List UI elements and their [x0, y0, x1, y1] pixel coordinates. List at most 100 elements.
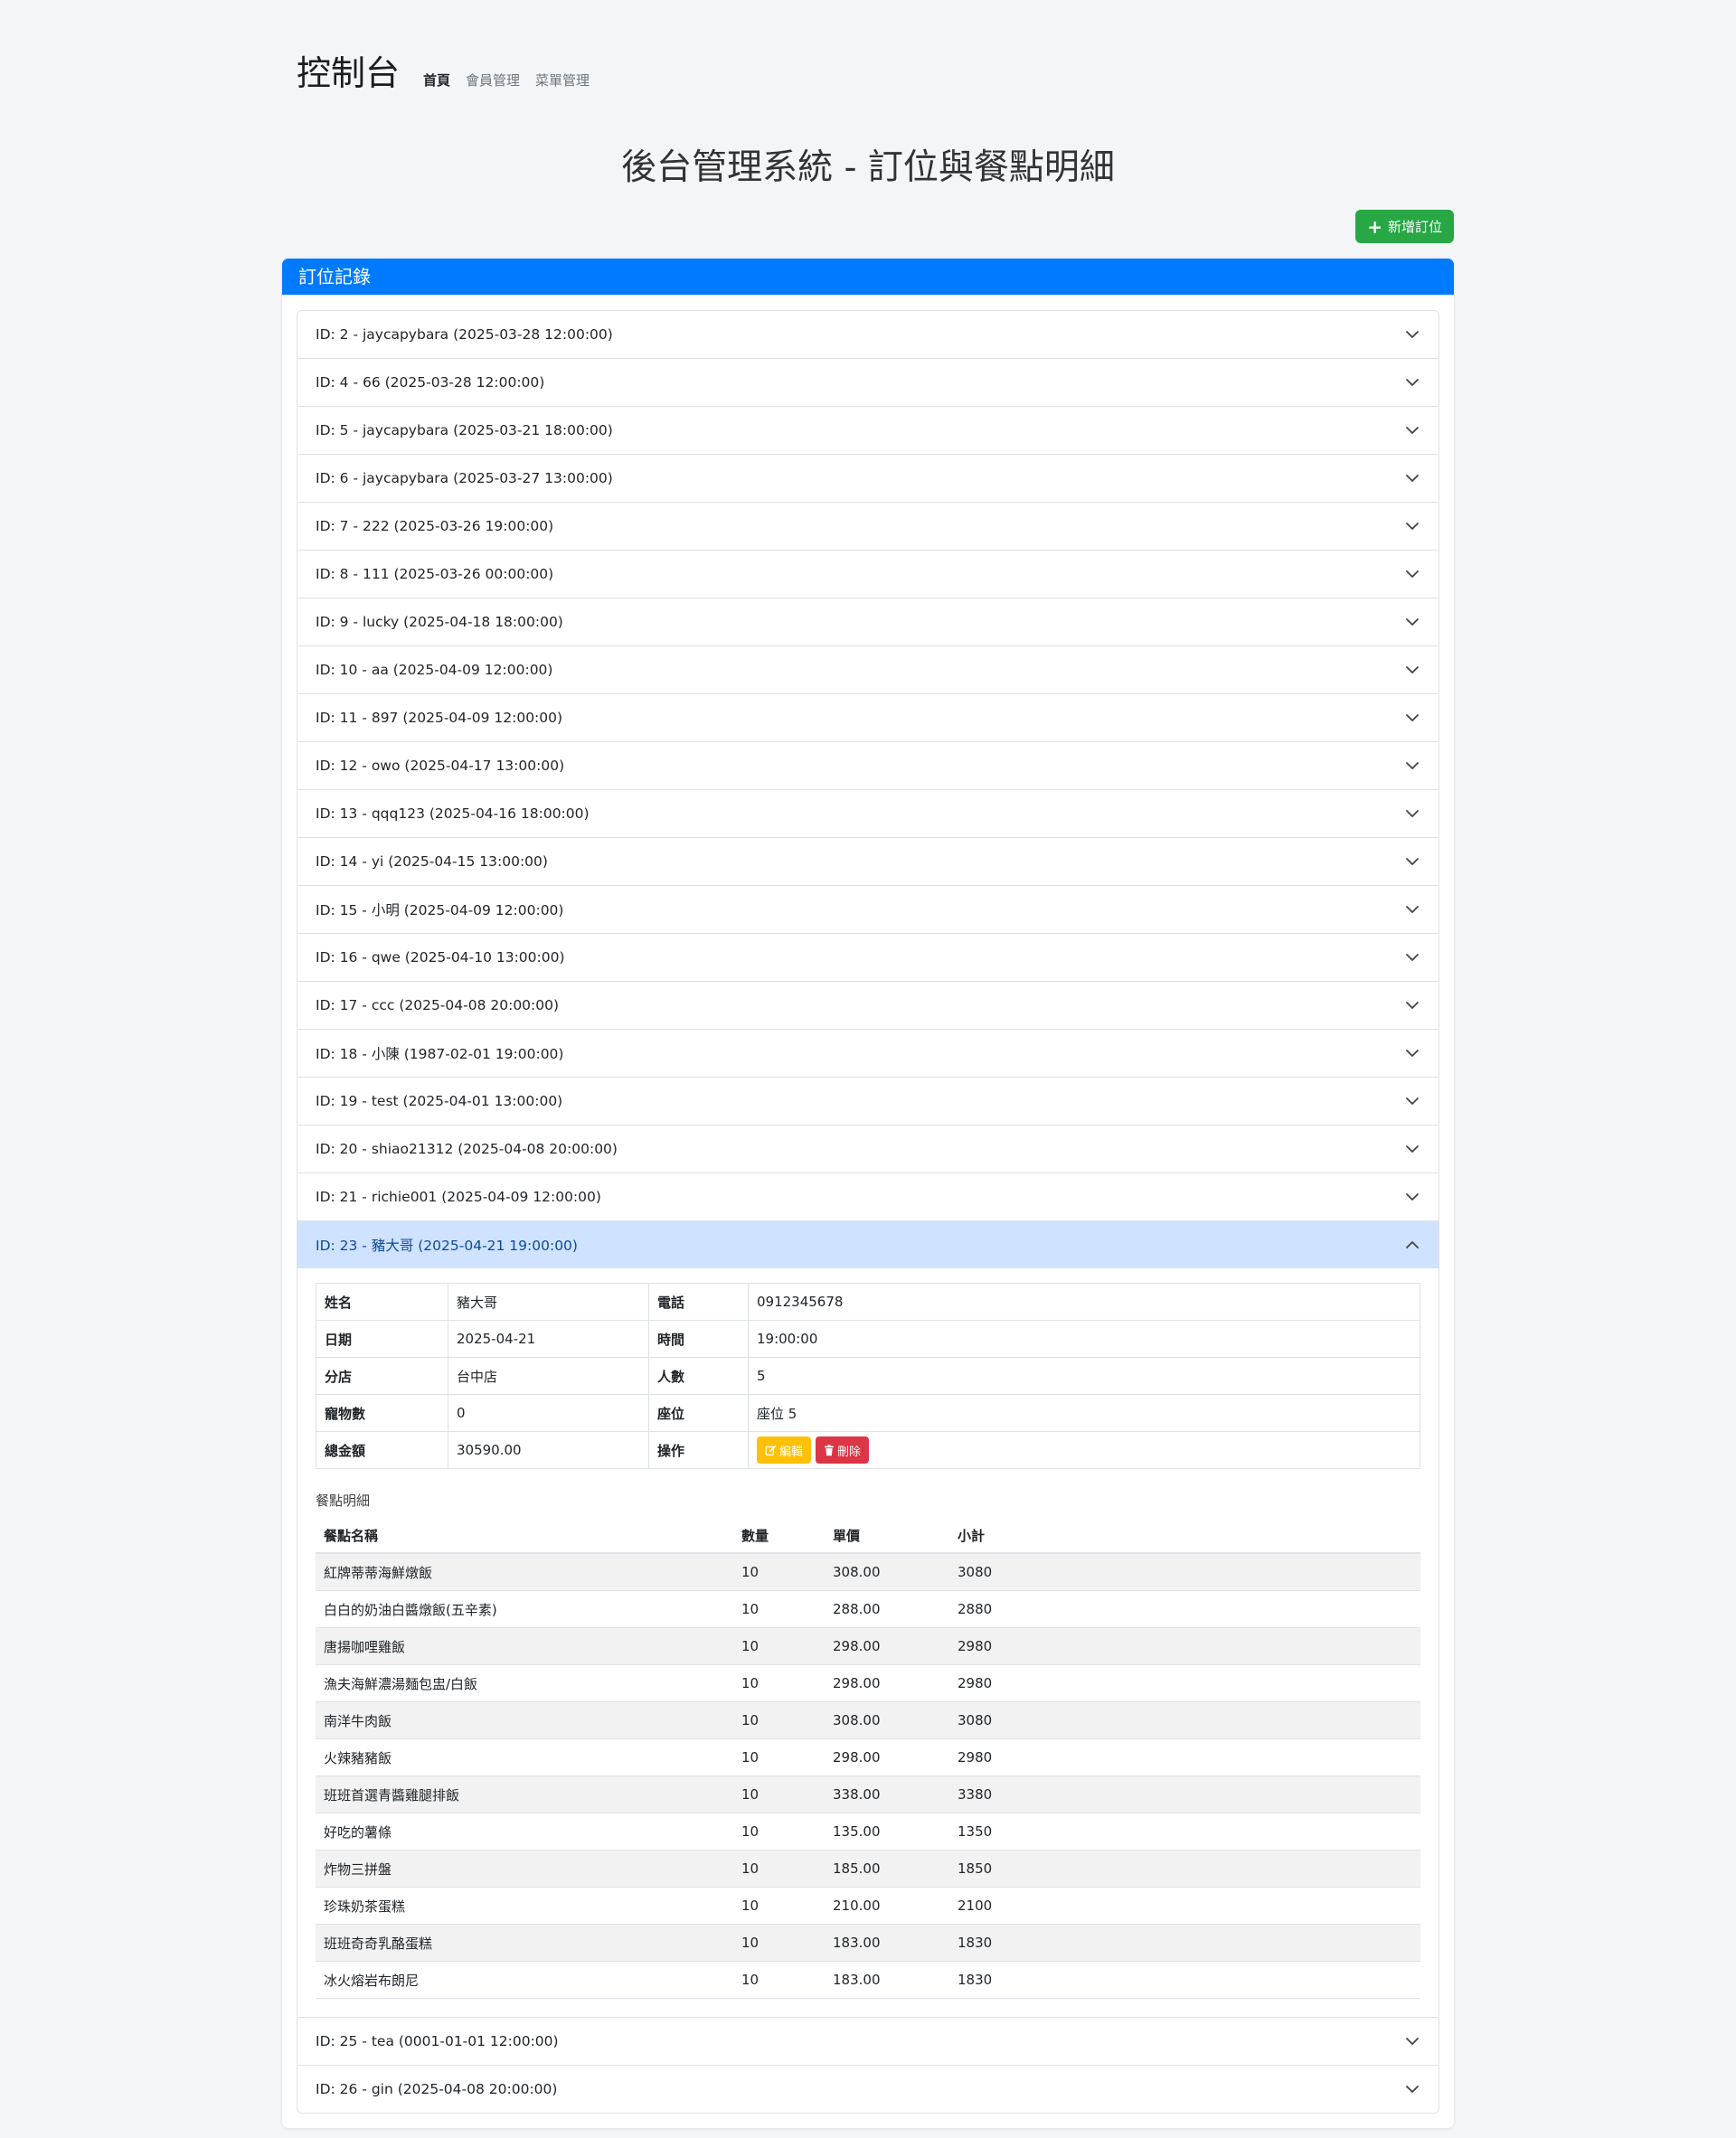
item-name: 珍珠奶茶蛋糕	[316, 1887, 733, 1925]
reservation-toggle[interactable]: ID: 4 - 66 (2025-03-28 12:00:00)	[297, 359, 1439, 406]
item-name: 白白的奶油白醬燉飯(五辛素)	[316, 1590, 733, 1628]
item-name: 唐揚咖哩雞飯	[316, 1627, 733, 1665]
reservation-toggle[interactable]: ID: 19 - test (2025-04-01 13:00:00)	[297, 1078, 1439, 1125]
reservation-title: ID: 10 - aa (2025-04-09 12:00:00)	[316, 662, 553, 678]
reservation-item: ID: 15 - 小明 (2025-04-09 12:00:00)	[297, 885, 1439, 933]
items-header-row: 餐點名稱 數量 單價 小計	[316, 1519, 1420, 1554]
navbar-brand[interactable]: 控制台	[297, 45, 400, 95]
reservation-toggle[interactable]: ID: 15 - 小明 (2025-04-09 12:00:00)	[297, 886, 1439, 933]
item-subtotal: 2880	[949, 1590, 1420, 1628]
item-subtotal: 2980	[949, 1664, 1420, 1702]
info-value: 座位 5	[748, 1394, 1420, 1432]
table-row: 好吃的薯條 10 135.00 1350	[316, 1813, 1420, 1851]
chevron-down-icon	[1404, 2081, 1420, 2097]
reservation-toggle[interactable]: ID: 7 - 222 (2025-03-26 19:00:00)	[297, 503, 1439, 550]
reservation-item: ID: 7 - 222 (2025-03-26 19:00:00)	[297, 502, 1439, 550]
info-label: 人數	[648, 1357, 749, 1395]
reservation-title: ID: 12 - owo (2025-04-17 13:00:00)	[316, 758, 565, 774]
chevron-down-icon	[1404, 853, 1420, 870]
table-row: 唐揚咖哩雞飯 10 298.00 2980	[316, 1627, 1420, 1665]
reservation-item: ID: 9 - lucky (2025-04-18 18:00:00)	[297, 598, 1439, 645]
chevron-down-icon	[1404, 614, 1420, 630]
reservation-title: ID: 19 - test (2025-04-01 13:00:00)	[316, 1093, 563, 1109]
edit-button[interactable]: 編輯	[757, 1436, 812, 1464]
info-label: 寵物數	[316, 1394, 448, 1432]
reservation-toggle[interactable]: ID: 8 - 111 (2025-03-26 00:00:00)	[297, 551, 1439, 598]
reservation-item: ID: 6 - jaycapybara (2025-03-27 13:00:00…	[297, 454, 1439, 502]
add-reservation-button[interactable]: + 新增訂位	[1355, 210, 1454, 243]
chevron-down-icon	[1404, 997, 1420, 1013]
order-items-table: 餐點名稱 數量 單價 小計 紅牌蒂蒂海鮮燉飯 10 308.00 3080 白白的奶油白醬燉飯…	[316, 1519, 1420, 1999]
info-row: 分店 台中店 人數 5	[316, 1357, 1420, 1395]
reservation-info-table: 姓名 豬大哥 電話 0912345678 日期 2025-04-21 時間 19:00:00 分…	[316, 1283, 1420, 1469]
chevron-down-icon	[1404, 901, 1420, 918]
reservations-accordion: ID: 2 - jaycapybara (2025-03-28 12:00:00…	[297, 310, 1439, 2114]
edit-icon	[765, 1445, 777, 1455]
item-name: 班班首選青醬雞腿排飯	[316, 1775, 733, 1813]
reservation-detail: 姓名 豬大哥 電話 0912345678 日期 2025-04-21 時間 19:00:00 分…	[297, 1268, 1439, 2017]
add-reservation-label: 新增訂位	[1387, 219, 1442, 235]
reservation-toggle[interactable]: ID: 11 - 897 (2025-04-09 12:00:00)	[297, 694, 1439, 741]
reservation-toggle[interactable]: ID: 13 - qqq123 (2025-04-16 18:00:00)	[297, 790, 1439, 837]
reservation-item: ID: 13 - qqq123 (2025-04-16 18:00:00)	[297, 789, 1439, 837]
info-value: 2025-04-21	[448, 1320, 649, 1358]
info-value: 19:00:00	[748, 1320, 1420, 1358]
reservation-toggle[interactable]: ID: 10 - aa (2025-04-09 12:00:00)	[297, 646, 1439, 693]
reservation-title: ID: 6 - jaycapybara (2025-03-27 13:00:00…	[316, 470, 613, 486]
reservation-toggle[interactable]: ID: 9 - lucky (2025-04-18 18:00:00)	[297, 598, 1439, 645]
reservation-toggle[interactable]: ID: 5 - jaycapybara (2025-03-21 18:00:00…	[297, 407, 1439, 454]
item-subtotal: 1830	[949, 1961, 1420, 1999]
toolbar: + 新增訂位	[282, 210, 1454, 243]
chevron-down-icon	[1404, 422, 1420, 438]
chevron-down-icon	[1404, 470, 1420, 486]
item-subtotal: 1850	[949, 1850, 1420, 1888]
item-subtotal: 2100	[949, 1887, 1420, 1925]
items-section-title: 餐點明細	[316, 1493, 371, 1509]
reservation-toggle[interactable]: ID: 6 - jaycapybara (2025-03-27 13:00:00…	[297, 455, 1439, 502]
info-label: 總金額	[316, 1431, 448, 1469]
item-quantity: 10	[733, 1850, 825, 1888]
reservation-toggle[interactable]: ID: 12 - owo (2025-04-17 13:00:00)	[297, 742, 1439, 789]
item-price: 298.00	[825, 1664, 949, 1702]
nav-link-members[interactable]: 會員管理	[466, 71, 520, 89]
table-row: 班班首選青醬雞腿排飯 10 338.00 3380	[316, 1775, 1420, 1813]
reservation-toggle[interactable]: ID: 18 - 小陳 (1987-02-01 19:00:00)	[297, 1030, 1439, 1077]
reservation-title: ID: 23 - 豬大哥 (2025-04-21 19:00:00)	[316, 1238, 578, 1254]
reservation-title: ID: 25 - tea (0001-01-01 12:00:00)	[316, 2033, 559, 2049]
reservation-item: ID: 2 - jaycapybara (2025-03-28 12:00:00…	[297, 311, 1439, 358]
reservation-toggle[interactable]: ID: 25 - tea (0001-01-01 12:00:00)	[297, 2018, 1439, 2065]
reservation-title: ID: 2 - jaycapybara (2025-03-28 12:00:00…	[316, 326, 613, 343]
reservation-toggle[interactable]: ID: 17 - ccc (2025-04-08 20:00:00)	[297, 982, 1439, 1029]
reservation-title: ID: 7 - 222 (2025-03-26 19:00:00)	[316, 518, 554, 534]
reservation-toggle[interactable]: ID: 16 - qwe (2025-04-10 13:00:00)	[297, 934, 1439, 981]
item-price: 183.00	[825, 1924, 949, 1962]
reservation-toggle[interactable]: ID: 2 - jaycapybara (2025-03-28 12:00:00…	[297, 311, 1439, 358]
item-quantity: 10	[733, 1701, 825, 1739]
nav-link-menu[interactable]: 菜單管理	[535, 71, 590, 89]
table-row: 漁夫海鮮濃湯麵包盅/白飯 10 298.00 2980	[316, 1664, 1420, 1702]
action-buttons: 編輯 刪除	[757, 1436, 1411, 1464]
delete-button[interactable]: 刪除	[816, 1436, 870, 1464]
items-column-header: 餐點名稱	[316, 1519, 733, 1554]
nav-link-home[interactable]: 首頁	[423, 71, 450, 89]
reservation-toggle[interactable]: ID: 20 - shiao21312 (2025-04-08 20:00:00…	[297, 1126, 1439, 1173]
reservation-title: ID: 13 - qqq123 (2025-04-16 18:00:00)	[316, 805, 590, 822]
reservation-toggle[interactable]: ID: 21 - richie001 (2025-04-09 12:00:00)	[297, 1173, 1439, 1220]
item-quantity: 10	[733, 1961, 825, 1999]
item-price: 185.00	[825, 1850, 949, 1888]
info-label: 姓名	[316, 1283, 448, 1321]
item-price: 298.00	[825, 1627, 949, 1665]
reservation-toggle[interactable]: ID: 26 - gin (2025-04-08 20:00:00)	[297, 2066, 1439, 2113]
reservation-item: ID: 10 - aa (2025-04-09 12:00:00)	[297, 645, 1439, 693]
reservation-toggle[interactable]: ID: 23 - 豬大哥 (2025-04-21 19:00:00)	[297, 1221, 1439, 1268]
reservation-item: ID: 26 - gin (2025-04-08 20:00:00)	[297, 2065, 1439, 2113]
reservations-card-body: ID: 2 - jaycapybara (2025-03-28 12:00:00…	[282, 295, 1454, 2128]
item-price: 135.00	[825, 1813, 949, 1851]
reservation-title: ID: 4 - 66 (2025-03-28 12:00:00)	[316, 374, 545, 391]
item-quantity: 10	[733, 1775, 825, 1813]
item-subtotal: 2980	[949, 1627, 1420, 1665]
chevron-down-icon	[1404, 518, 1420, 534]
reservation-title: ID: 26 - gin (2025-04-08 20:00:00)	[316, 2081, 558, 2097]
reservation-item: ID: 14 - yi (2025-04-15 13:00:00)	[297, 837, 1439, 885]
reservation-toggle[interactable]: ID: 14 - yi (2025-04-15 13:00:00)	[297, 838, 1439, 885]
